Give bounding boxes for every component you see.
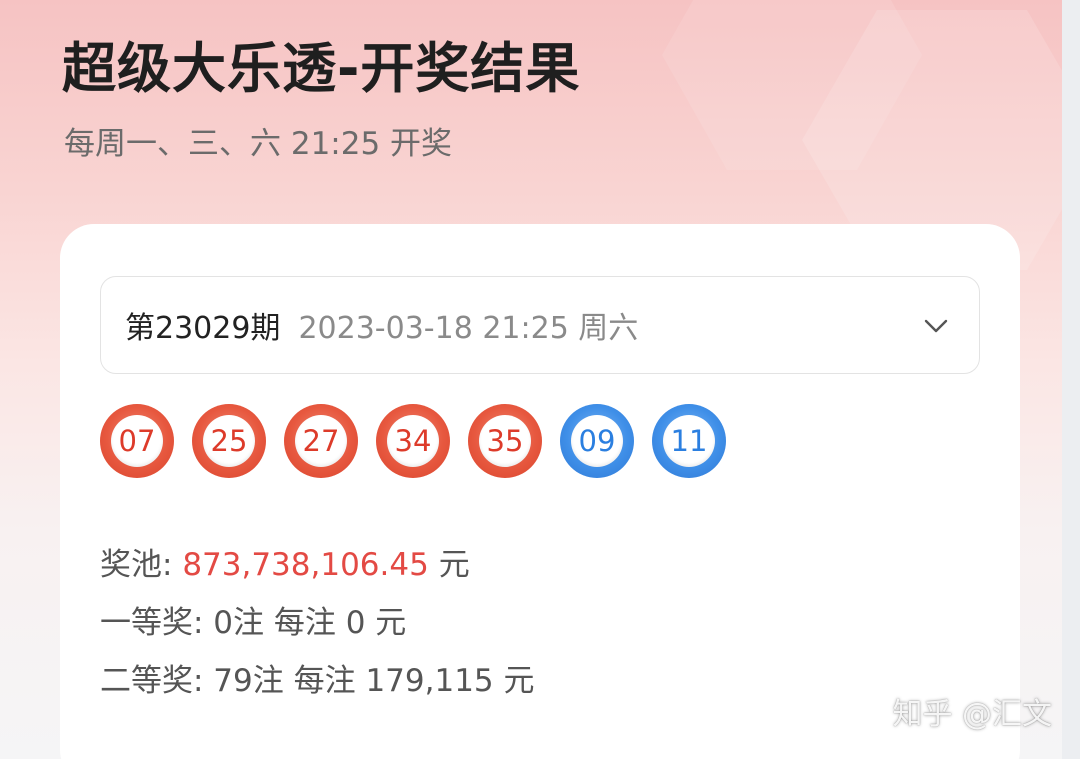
ball-number: 35	[479, 415, 531, 467]
header-background: 超级大乐透-开奖结果 每周一、三、六 21:25 开奖 第23029期 2023…	[0, 0, 1062, 759]
jackpot-unit: 元	[428, 547, 470, 583]
ball-number: 11	[663, 415, 715, 467]
ball-number: 34	[387, 415, 439, 467]
draw-period-selector[interactable]: 第23029期 2023-03-18 21:25 周六	[100, 276, 980, 374]
jackpot-amount: 873,738,106.45	[182, 547, 429, 583]
prize-info: 奖池: 873,738,106.45 元 一等奖: 0注 每注 0 元 二等奖:…	[100, 536, 535, 710]
back-ball: 09	[560, 404, 634, 478]
draw-schedule: 每周一、三、六 21:25 开奖	[64, 126, 453, 162]
draw-datetime: 2023-03-18 21:25 周六	[298, 311, 639, 346]
front-ball: 35	[468, 404, 542, 478]
second-prize-row: 二等奖: 79注 每注 179,115 元	[100, 663, 535, 699]
ball-number: 07	[111, 415, 163, 467]
result-card: 第23029期 2023-03-18 21:25 周六 07 25 27 34 …	[60, 224, 1020, 759]
period-number: 第23029期	[125, 311, 281, 346]
ball-number: 27	[295, 415, 347, 467]
front-ball: 27	[284, 404, 358, 478]
page-title: 超级大乐透-开奖结果	[62, 37, 581, 100]
jackpot-row: 奖池: 873,738,106.45 元	[100, 536, 535, 594]
jackpot-label: 奖池:	[100, 547, 183, 583]
front-ball: 07	[100, 404, 174, 478]
first-prize-row: 一等奖: 0注 每注 0 元	[100, 605, 407, 641]
page-edge	[1062, 0, 1080, 759]
winning-numbers: 07 25 27 34 35 09 11	[100, 404, 744, 478]
watermark: 知乎 @汇文	[892, 697, 1052, 732]
front-ball: 25	[192, 404, 266, 478]
back-ball: 11	[652, 404, 726, 478]
ball-number: 09	[571, 415, 623, 467]
front-ball: 34	[376, 404, 450, 478]
chevron-down-icon	[924, 319, 948, 333]
ball-number: 25	[203, 415, 255, 467]
